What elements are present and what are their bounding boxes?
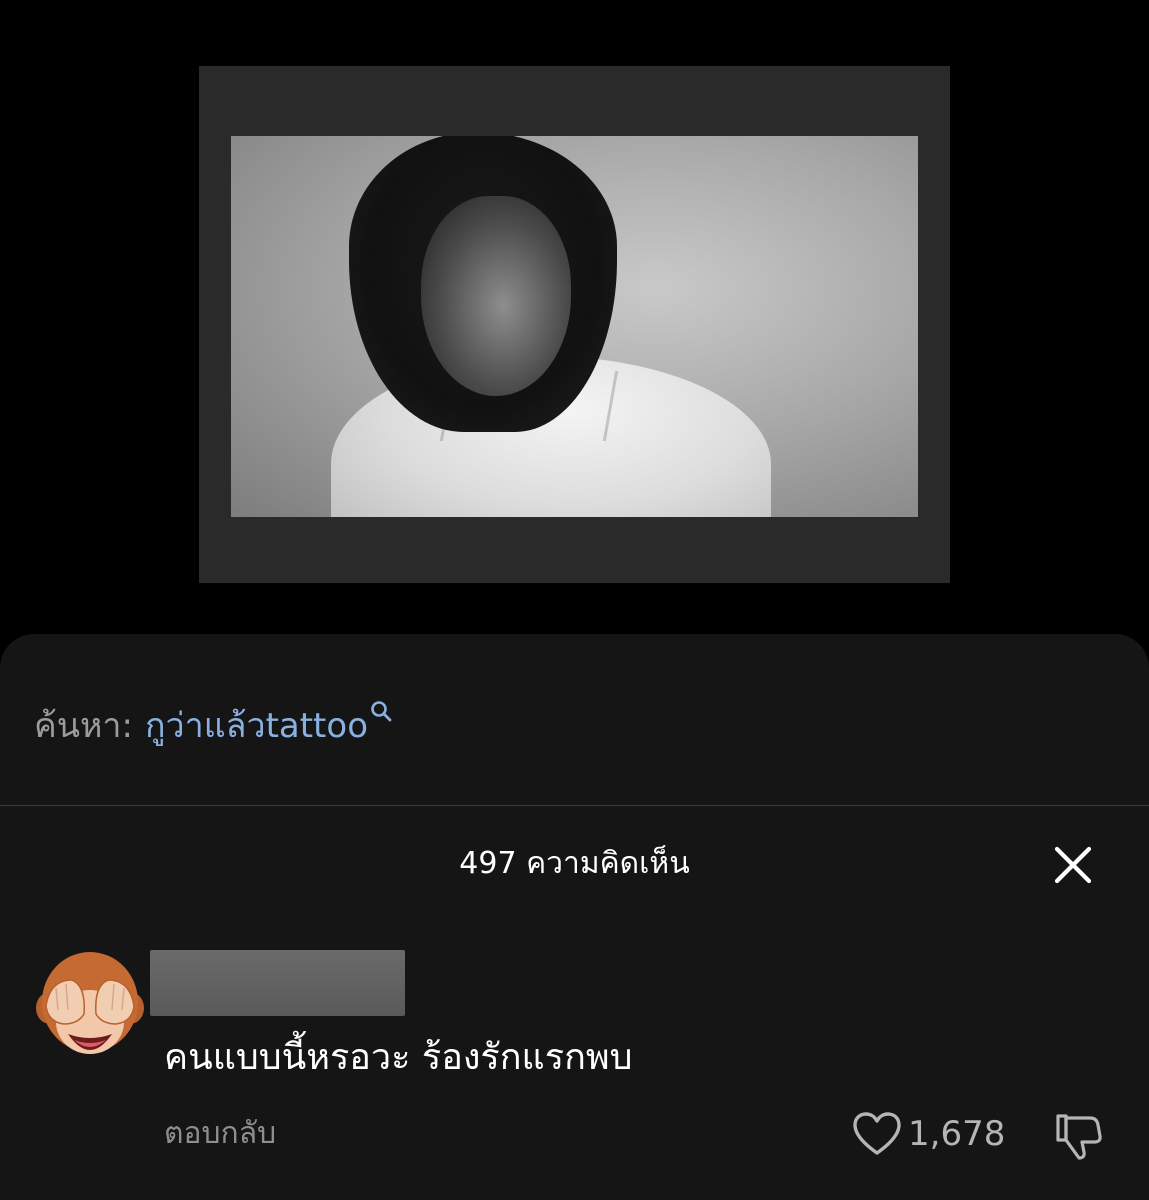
- search-term-link[interactable]: กูว่าแล้วtattoo: [145, 698, 368, 752]
- divider: [0, 805, 1149, 806]
- see-no-evil-monkey-icon: [36, 952, 144, 1054]
- search-icon: [371, 701, 392, 722]
- close-icon[interactable]: [1048, 840, 1098, 890]
- related-search[interactable]: ค้นหา: กูว่าแล้วtattoo: [34, 700, 392, 750]
- like-count: 1,678: [908, 1114, 1006, 1154]
- heart-icon[interactable]: [852, 1111, 902, 1157]
- thumbs-down-icon[interactable]: [1052, 1110, 1104, 1162]
- like-button[interactable]: 1,678: [852, 1110, 1005, 1158]
- username-redacted: [150, 950, 405, 1016]
- video-subject-face: [421, 196, 571, 396]
- reply-button[interactable]: ตอบกลับ: [164, 1114, 276, 1154]
- video-thumbnail[interactable]: [199, 66, 950, 583]
- search-prefix-label: ค้นหา:: [34, 706, 133, 746]
- avatar[interactable]: [28, 944, 152, 1068]
- video-still-image: [231, 136, 918, 517]
- comment-text: คนแบบนี้หรอวะ ร้องรักแรกพบ: [164, 1037, 633, 1078]
- comments-sheet: ค้นหา: กูว่าแล้วtattoo 497 ความคิดเห็น ค…: [0, 634, 1149, 1200]
- comments-count-title: 497 ความคิดเห็น: [459, 846, 690, 881]
- comment-item: คนแบบนี้หรอวะ ร้องรักแรกพบ ตอบกลับ 1,678: [0, 944, 1149, 1174]
